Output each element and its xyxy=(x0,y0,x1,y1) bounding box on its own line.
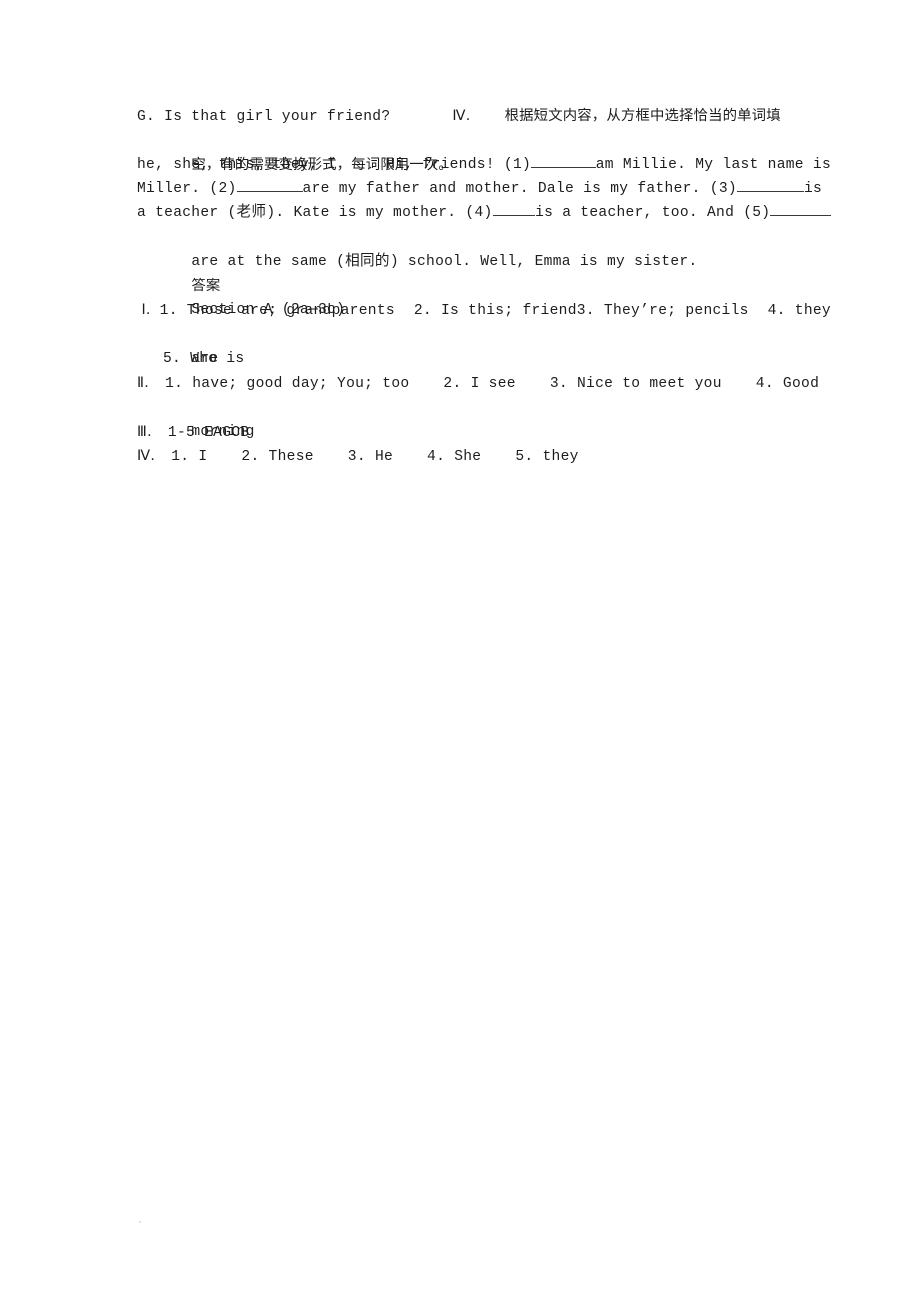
passage-segment: is xyxy=(803,180,823,197)
line-passage-3: a teacher (老师). Kate is my mother. (4) i… xyxy=(137,201,831,225)
answer-item: 1. have; good day; You; too xyxy=(165,376,410,393)
answer-numeral-i: Ⅰ. xyxy=(141,302,151,319)
passage-segment: Miller. (2) xyxy=(137,180,237,197)
answer-group-i-line-3: 5. Who is xyxy=(137,347,831,371)
passage-segment: a teacher (老师). Kate is my mother. (4) xyxy=(137,205,493,222)
answer-numeral-iv: Ⅳ. xyxy=(137,448,156,465)
answer-item: 3. Nice to meet you xyxy=(549,376,722,393)
answer-item: 1. I xyxy=(171,449,208,466)
line-word-bank-and-passage-start: he, she, this, they, I Hi, friends! (1) … xyxy=(137,153,831,177)
passage-segment: are at the same (相同的) school. Well, Emma… xyxy=(191,253,698,270)
answer-blank-3[interactable] xyxy=(736,177,804,192)
answer-item: 1-5 EAGCB xyxy=(167,424,250,441)
answer-item: 2. These xyxy=(241,449,314,466)
line-instruction-continued: 空，有的需要变换形式，每词限用一次。 xyxy=(137,128,831,173)
answer-item: 3. He xyxy=(347,449,394,466)
answer-item: 4. Good xyxy=(755,376,820,393)
word-bank: he, she, this, they, I xyxy=(137,156,337,173)
answer-group-iii-line-1: Ⅲ. 1-5 EAGCB xyxy=(137,420,831,444)
answer-numeral-ii: Ⅱ. xyxy=(137,375,150,392)
passage-segment: Hi, friends! (1) xyxy=(386,156,532,173)
line-option-g-and-section-iv: G. Is that girl your friend? Ⅳ. 根据短文内容，从… xyxy=(137,104,831,128)
answer-item: 2. Is this; friend3. They’re; pencils xyxy=(413,303,749,320)
answer-blank-5[interactable] xyxy=(770,202,831,217)
answer-item: 5. they xyxy=(515,449,579,466)
answer-item: 4. She xyxy=(427,449,482,466)
answer-group-iv-line-1: Ⅳ. 1. I 2. These 3. He 4. She 5. they xyxy=(137,444,831,468)
answer-item: 5. Who is xyxy=(163,350,245,367)
answer-group-i-line-2: are xyxy=(137,323,831,367)
passage-segment: is a teacher, too. And (5) xyxy=(535,205,771,222)
answer-item: 4. they xyxy=(767,303,831,320)
passage-segment: are my father and mother. Dale is my fat… xyxy=(302,180,737,197)
answers-heading-label: 答案 xyxy=(191,278,221,295)
answer-blank-4[interactable] xyxy=(492,202,536,217)
answers-section-label: Section A (2a—3c) xyxy=(137,274,831,318)
line-passage-4: are at the same (相同的) school. Well, Emma… xyxy=(137,225,831,270)
answer-group-i-line-1: Ⅰ. 1. Those are; grandparents 2. Is this… xyxy=(137,298,831,322)
line-passage-2: Miller. (2) are my father and mother. Da… xyxy=(137,177,831,201)
document-text-block: G. Is that girl your friend? Ⅳ. 根据短文内容，从… xyxy=(137,104,831,468)
matching-option-g: G. Is that girl your friend? xyxy=(137,109,391,125)
answer-blank-2[interactable] xyxy=(236,177,303,192)
instruction-text-line1: 根据短文内容，从方框中选择恰当的单词填 xyxy=(504,108,781,124)
document-page: G. Is that girl your friend? Ⅳ. 根据短文内容，从… xyxy=(0,0,920,1302)
answer-item: 1. Those are; grandparents xyxy=(159,303,395,320)
section-numeral-iv: Ⅳ. xyxy=(452,108,471,124)
answer-group-ii-line-1: Ⅱ. 1. have; good day; You; too 2. I see … xyxy=(137,371,831,395)
answer-numeral-iii: Ⅲ. xyxy=(137,423,152,440)
answer-blank-1[interactable] xyxy=(531,153,596,168)
passage-segment: am Millie. My last name is xyxy=(595,156,831,173)
answer-group-ii-line-2: morning xyxy=(137,396,831,440)
scan-speck-artifact xyxy=(139,1221,141,1223)
answer-item: 2. I see xyxy=(443,376,516,393)
